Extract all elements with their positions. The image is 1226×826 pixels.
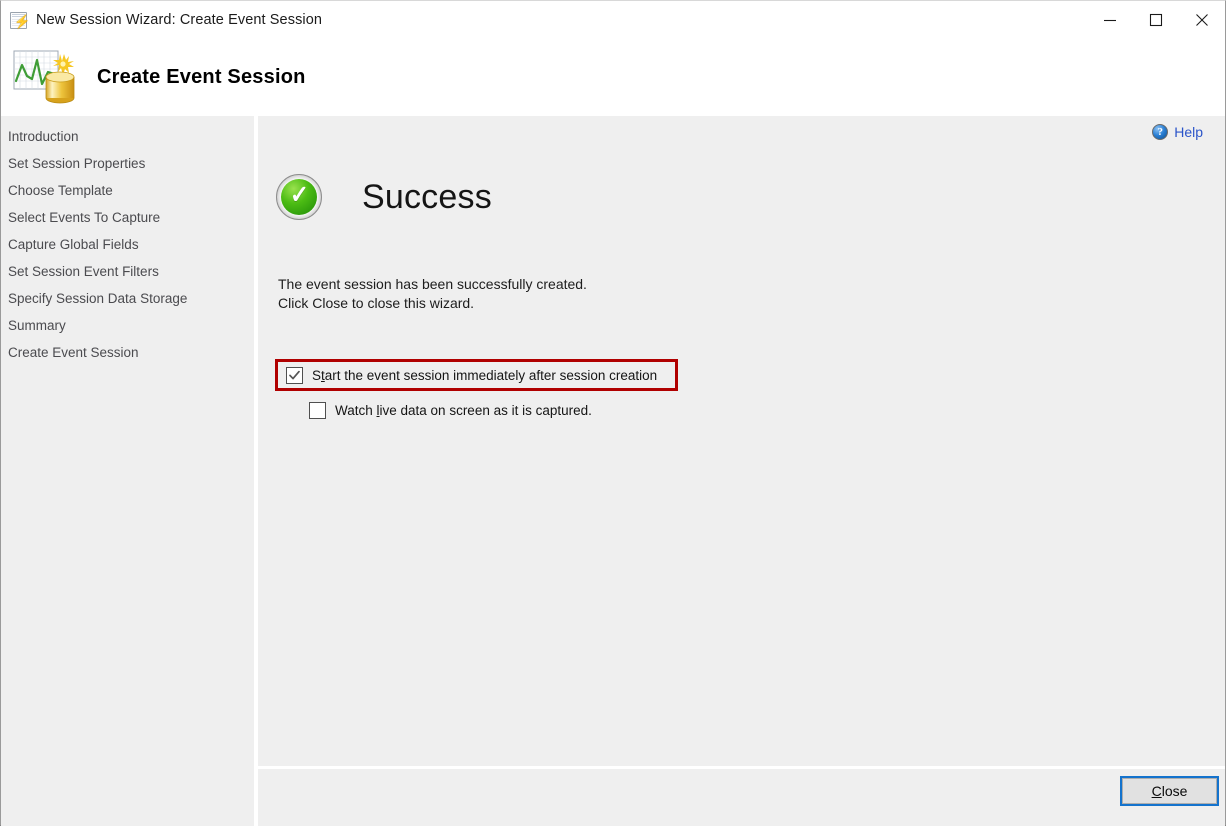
checkmark-icon	[289, 370, 300, 381]
sidebar-item-select-events-to-capture[interactable]: Select Events To Capture	[1, 204, 254, 231]
help-link[interactable]: ? Help	[1152, 124, 1203, 140]
sidebar-item-label: Select Events To Capture	[8, 210, 160, 225]
sidebar-item-label: Summary	[8, 318, 66, 333]
sidebar-item-label: Choose Template	[8, 183, 113, 198]
help-question-icon: ?	[1152, 124, 1168, 140]
maximize-icon[interactable]	[1133, 1, 1179, 39]
sidebar-item-label: Capture Global Fields	[8, 237, 139, 252]
sidebar-item-label: Set Session Properties	[8, 156, 145, 171]
content-panel: ✓ Success The event session has been suc…	[258, 116, 1225, 766]
close-button[interactable]: Close	[1122, 778, 1217, 804]
sidebar-item-set-session-event-filters[interactable]: Set Session Event Filters	[1, 258, 254, 285]
sidebar-item-create-event-session[interactable]: Create Event Session	[1, 339, 254, 366]
sidebar-item-summary[interactable]: Summary	[1, 312, 254, 339]
event-session-graph-icon	[13, 50, 79, 106]
wizard-header: Create Event Session	[1, 39, 1225, 116]
success-check-icon: ✓	[276, 174, 322, 220]
page-title: Create Event Session	[97, 66, 306, 89]
sidebar-item-label: Specify Session Data Storage	[8, 291, 187, 306]
sidebar-item-introduction[interactable]: Introduction	[1, 123, 254, 150]
watch-live-data-checkbox[interactable]	[309, 402, 326, 419]
window-controls	[1087, 1, 1225, 39]
sidebar-item-set-session-properties[interactable]: Set Session Properties	[1, 150, 254, 177]
watch-live-data-checkbox-label: Watch live data on screen as it is captu…	[335, 403, 592, 418]
close-icon[interactable]	[1179, 1, 1225, 39]
status-title: Success	[362, 178, 492, 217]
start-session-checkbox-row[interactable]: Start the event session immediately afte…	[286, 367, 657, 384]
sidebar-item-specify-session-data-storage[interactable]: Specify Session Data Storage	[1, 285, 254, 312]
sidebar-item-capture-global-fields[interactable]: Capture Global Fields	[1, 231, 254, 258]
status-banner: ✓ Success	[276, 174, 492, 220]
status-message-line-1: The event session has been successfully …	[278, 275, 587, 294]
start-session-highlight-annotation: Start the event session immediately afte…	[275, 359, 678, 391]
session-wizard-icon: ⚡	[10, 12, 27, 29]
help-label: Help	[1174, 124, 1203, 140]
window-title: New Session Wizard: Create Event Session	[36, 12, 322, 28]
sidebar-item-label: Introduction	[8, 129, 79, 144]
sidebar-item-choose-template[interactable]: Choose Template	[1, 177, 254, 204]
minimize-icon[interactable]	[1087, 1, 1133, 39]
sidebar-item-label: Create Event Session	[8, 345, 139, 360]
watch-live-data-checkbox-row[interactable]: Watch live data on screen as it is captu…	[309, 402, 592, 419]
status-message-line-2: Click Close to close this wizard.	[278, 294, 587, 313]
status-message: The event session has been successfully …	[278, 275, 587, 313]
wizard-step-sidebar: Introduction Set Session Properties Choo…	[1, 116, 254, 826]
wizard-window: ⚡ New Session Wizard: Create Event Sessi…	[0, 0, 1226, 826]
footer-bar: Close	[258, 769, 1225, 826]
sidebar-item-label: Set Session Event Filters	[8, 264, 159, 279]
start-session-checkbox[interactable]	[286, 367, 303, 384]
start-session-checkbox-label: Start the event session immediately afte…	[312, 368, 657, 383]
title-bar: ⚡ New Session Wizard: Create Event Sessi…	[1, 1, 1225, 39]
